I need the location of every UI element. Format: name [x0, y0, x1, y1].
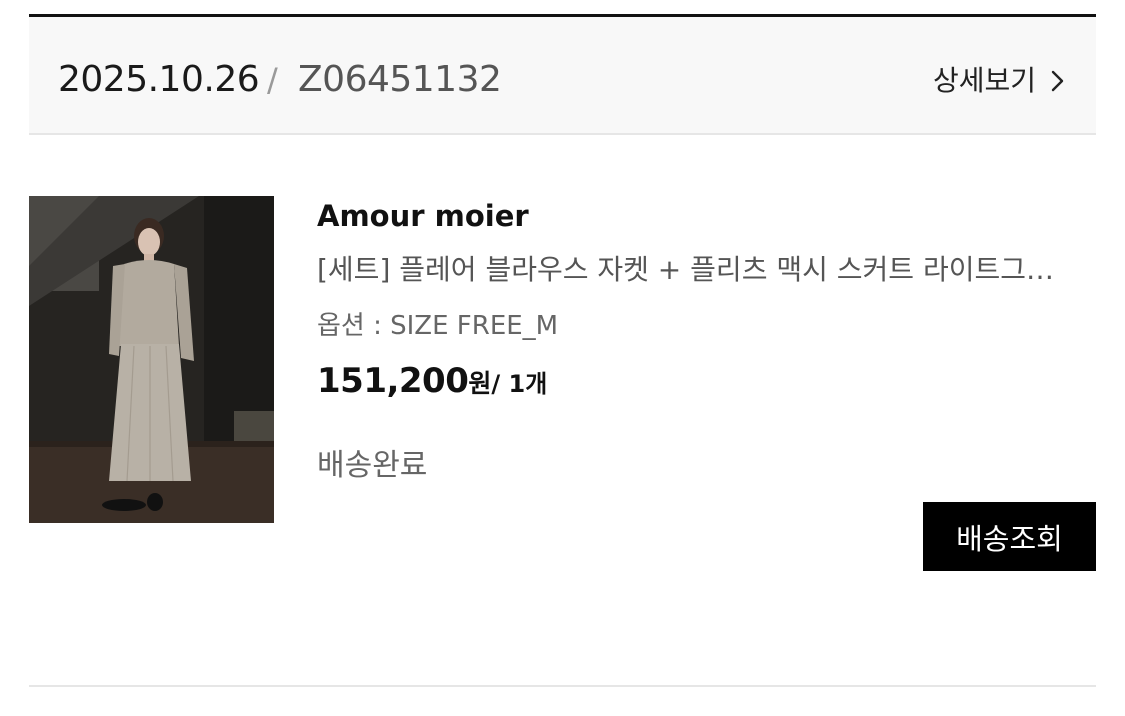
order-number: Z06451132	[298, 59, 502, 100]
product-brand[interactable]: Amour moier	[317, 196, 529, 236]
product-thumbnail[interactable]	[29, 196, 274, 523]
product-price: 151,200	[317, 361, 469, 401]
order-date: 2025.10.26	[58, 59, 260, 100]
order-detail-label: 상세보기	[932, 64, 1036, 97]
product-name[interactable]: [세트] 플레어 블라우스 자켓 + 플리츠 맥시 스커트 라이트그레이	[317, 249, 1072, 291]
bottom-divider	[29, 685, 1096, 687]
product-image	[29, 196, 274, 523]
order-header: 2025.10.26 / Z06451132 상세보기	[29, 17, 1096, 135]
product-quantity: / 1개	[491, 370, 548, 398]
price-row: 151,200원/ 1개	[317, 358, 547, 410]
order-detail-link[interactable]: 상세보기	[933, 61, 1070, 101]
shipping-status: 배송완료	[317, 448, 428, 483]
track-shipment-button[interactable]: 배송조회	[923, 502, 1096, 571]
chevron-right-icon	[1051, 70, 1064, 92]
product-option: 옵션 : SIZE FREE_M	[317, 311, 559, 341]
order-separator: /	[267, 61, 278, 99]
price-currency: 원	[468, 369, 492, 398]
